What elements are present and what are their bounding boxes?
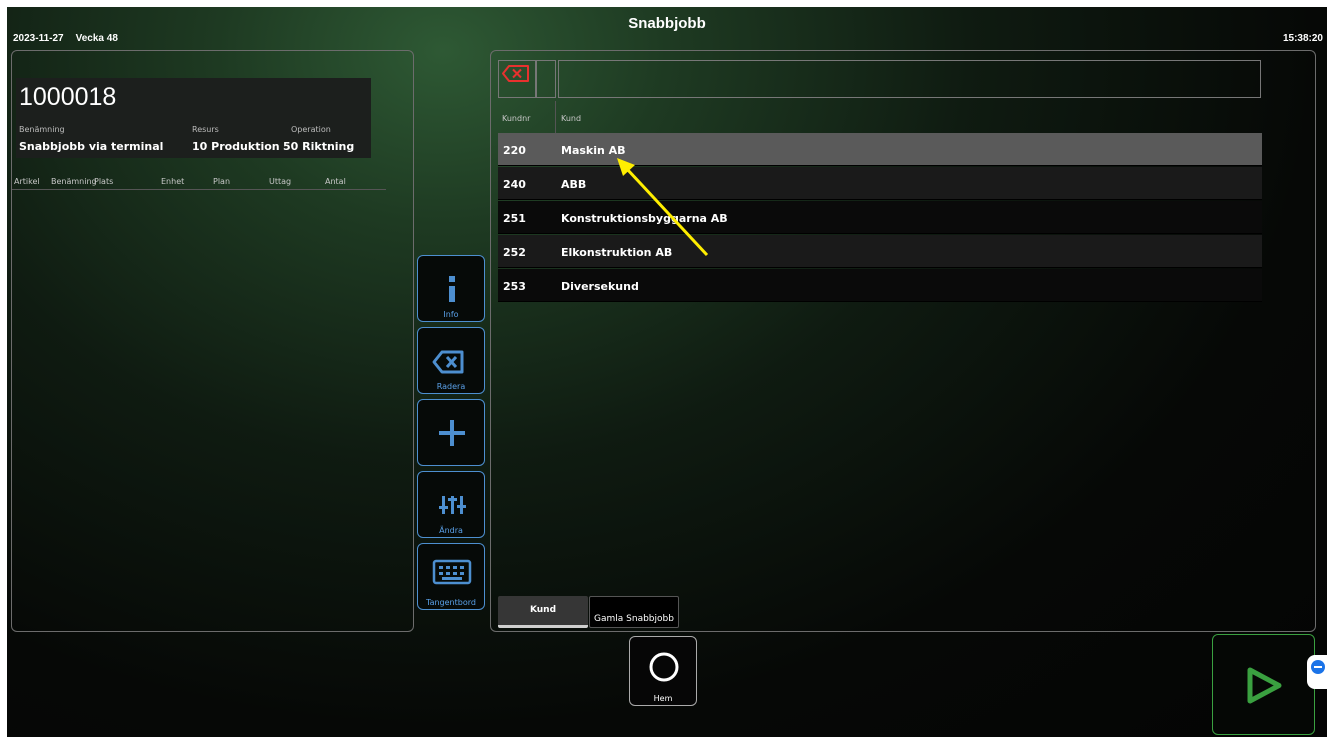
column-divider: [555, 101, 556, 133]
customer-number: 240: [503, 178, 526, 191]
col-benamning: Benämning: [51, 177, 97, 186]
search-row: [498, 60, 1262, 98]
clear-search-button[interactable]: [498, 60, 536, 98]
customer-table-header: Kundnr Kund: [498, 101, 1262, 133]
search-input[interactable]: [558, 60, 1261, 98]
current-date: 2023-11-27: [13, 33, 64, 44]
clear-icon: [502, 65, 529, 82]
benamning-label: Benämning: [19, 125, 65, 134]
info-label: Info: [443, 310, 459, 319]
operation-label: Operation: [291, 125, 331, 134]
col-uttag: Uttag: [269, 177, 292, 186]
col-artikel: Artikel: [14, 177, 40, 186]
customer-number: 252: [503, 246, 526, 259]
teamviewer-icon: [1311, 660, 1325, 674]
clock: 15:38:20: [1282, 33, 1323, 44]
order-panel: 1000018 Benämning Resurs Operation Snabb…: [11, 50, 414, 632]
operation-value: 50 Riktning: [283, 140, 355, 153]
materials-header: Artikel Benämning Plats Enhet Plan Uttag…: [12, 177, 386, 190]
resurs-value: 10 Produktion: [192, 140, 280, 153]
tab-gamla-snabbjobb[interactable]: Gamla Snabbjobb: [589, 596, 679, 628]
col-kundnr: Kundnr: [502, 114, 531, 123]
order-number: 1000018: [19, 83, 117, 111]
table-row[interactable]: 253 Diversekund: [498, 269, 1262, 302]
search-mode-box[interactable]: [536, 60, 556, 98]
customer-number: 251: [503, 212, 526, 225]
window-top-tab: [510, 0, 760, 7]
customer-number: 253: [503, 280, 526, 293]
date-week: 2023-11-27 Vecka 48: [13, 33, 130, 44]
col-enhet: Enhet: [161, 177, 185, 186]
col-plan: Plan: [213, 177, 231, 186]
col-plats: Plats: [94, 177, 114, 186]
home-circle-icon: [649, 652, 679, 682]
plus-icon: [439, 420, 465, 446]
col-antal: Antal: [325, 177, 346, 186]
customer-name: ABB: [561, 178, 587, 191]
next-button[interactable]: [1212, 634, 1315, 735]
tab-kund[interactable]: Kund: [498, 596, 588, 628]
andra-label: Ändra: [439, 526, 463, 535]
col-kund: Kund: [561, 114, 582, 123]
order-summary: 1000018 Benämning Resurs Operation Snabb…: [16, 78, 371, 158]
page-title: Snabbjobb: [628, 15, 706, 32]
week-label: Vecka 48: [75, 33, 118, 44]
customer-name: Diversekund: [561, 280, 639, 293]
customer-panel: Kundnr Kund 220 Maskin AB 240 ABB 251 Ko…: [490, 50, 1316, 632]
home-button[interactable]: Hem: [629, 636, 697, 706]
radera-label: Radera: [436, 382, 466, 391]
tangentbord-button[interactable]: Tangentbord: [417, 543, 485, 610]
play-icon: [1247, 667, 1282, 704]
andra-button[interactable]: Ändra: [417, 471, 485, 538]
add-button[interactable]: [417, 399, 485, 466]
radera-button[interactable]: Radera: [417, 327, 485, 394]
benamning-value: Snabbjobb via terminal: [19, 140, 164, 153]
app-screen: 2023-11-27 Vecka 48 Snabbjobb 15:38:20 10…: [7, 7, 1327, 737]
annotation-arrow-icon: [617, 158, 709, 257]
info-button[interactable]: Info: [417, 255, 485, 322]
resurs-label: Resurs: [192, 125, 219, 134]
tangentbord-label: Tangentbord: [426, 598, 476, 607]
home-label: Hem: [653, 694, 673, 703]
customer-number: 220: [503, 144, 526, 157]
floating-widget[interactable]: [1307, 655, 1327, 689]
